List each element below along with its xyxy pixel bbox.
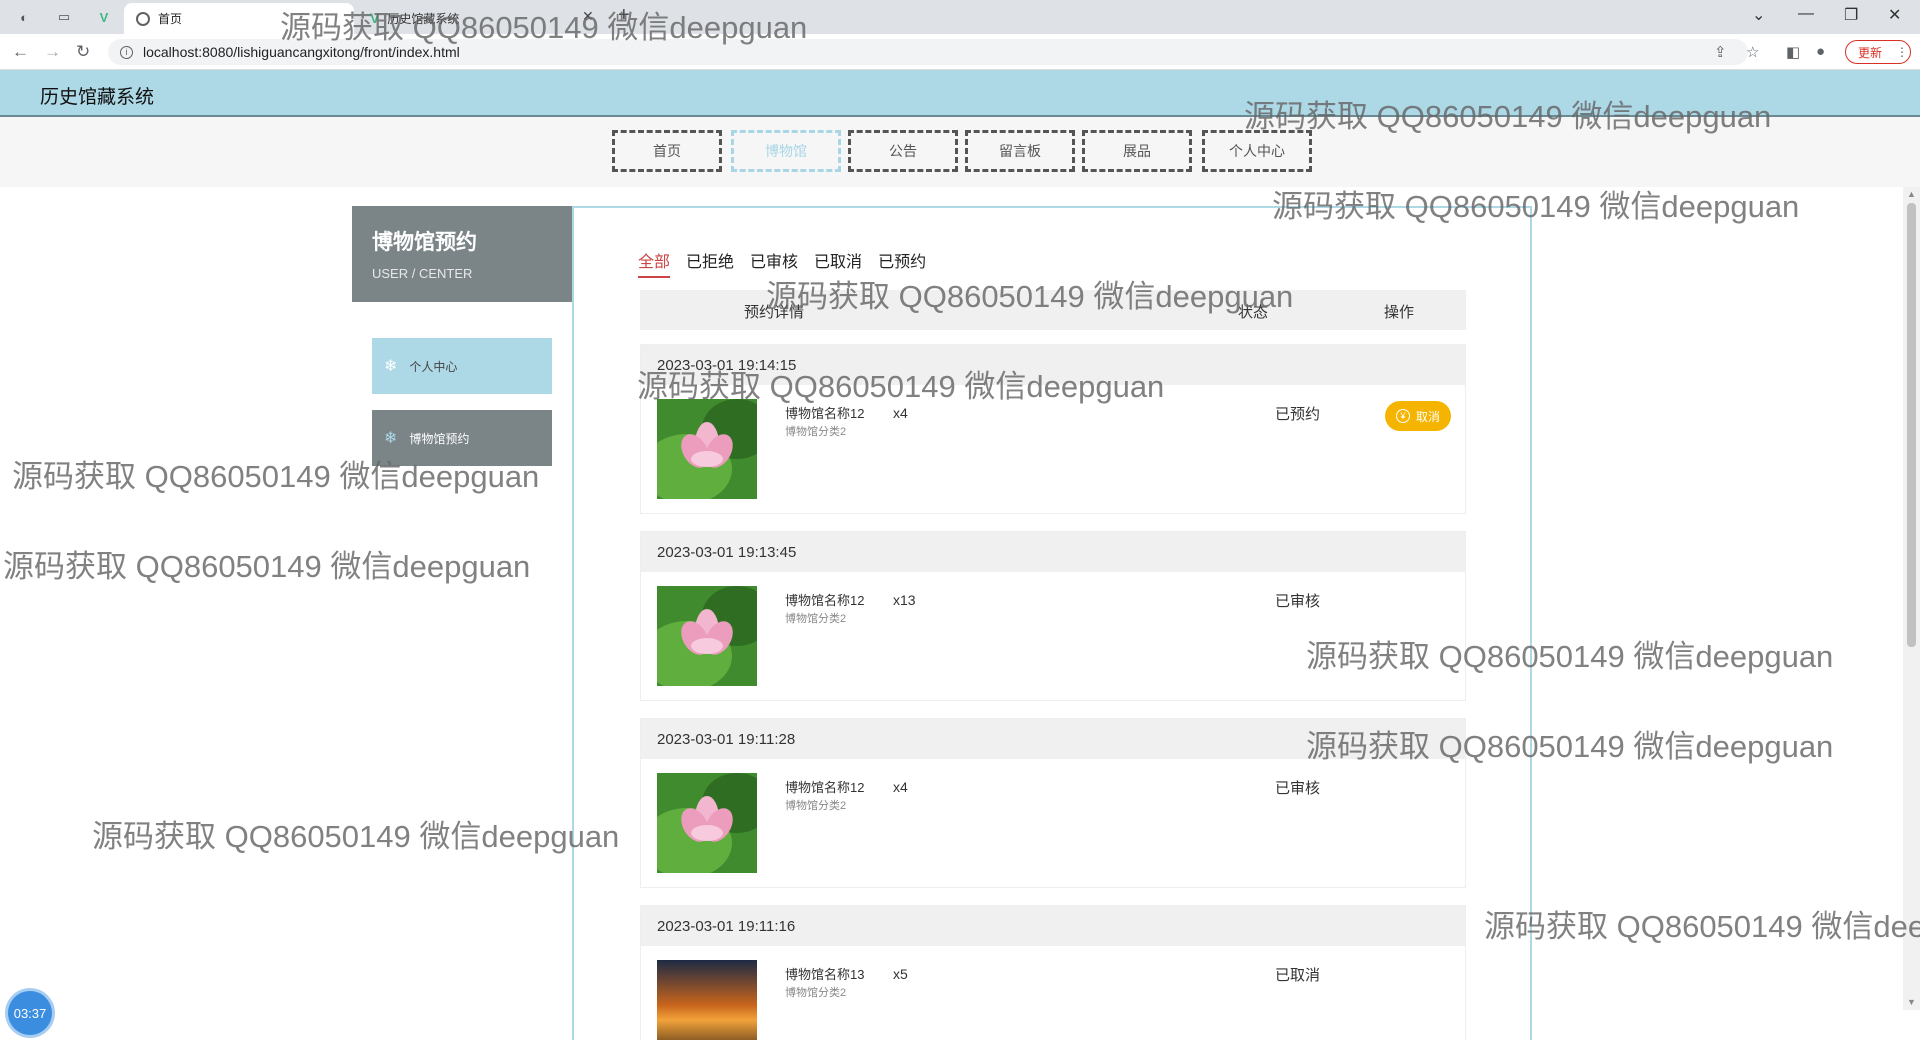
scrollbar-thumb[interactable] (1907, 203, 1916, 647)
nav-messages[interactable]: 留言板 (965, 130, 1075, 172)
museum-category: 博物馆分类2 (785, 613, 847, 625)
booking-time: 2023-03-01 19:14:15 (641, 345, 1465, 385)
share-icon[interactable]: ⇪ (1714, 43, 1727, 61)
yen-icon: ¥ (1395, 409, 1410, 423)
watermark: 源码获取 QQ86050149 微信deepguan (92, 819, 620, 854)
timer-badge[interactable]: 03:37 (8, 991, 52, 1035)
star-icon[interactable]: ☆ (1746, 43, 1759, 61)
site-title: 历史馆藏系统 (40, 87, 155, 108)
filter-approved[interactable]: 已审核 (750, 248, 798, 278)
sidebar-item-museum-booking[interactable]: ❄ 博物馆预约 (372, 410, 552, 466)
forward-icon[interactable]: → (44, 42, 61, 62)
museum-name: 博物馆名称12 (785, 780, 865, 795)
museum-category: 博物馆分类2 (785, 426, 847, 438)
header-action: 操作 (1384, 304, 1415, 321)
address-bar: ← → ↻ i localhost:8080/lishiguancangxito… (0, 34, 1920, 70)
museum-category: 博物馆分类2 (785, 987, 847, 999)
snowflake-icon: ❄ (384, 358, 398, 375)
museum-name: 博物馆名称12 (785, 406, 865, 421)
url-field[interactable]: i localhost:8080/lishiguancangxitong/fro… (108, 39, 1748, 65)
booking-card: 2023-03-01 19:11:28 博物馆名称12 博物馆分类2 x4 已审… (640, 718, 1466, 888)
table-header: 预约详情 状态 操作 (640, 290, 1466, 330)
filter-booked[interactable]: 已预约 (878, 248, 926, 278)
tab-inactive[interactable]: V 历史馆藏系统 (370, 5, 459, 31)
booking-status: 已取消 (1275, 967, 1321, 984)
filter-rejected[interactable]: 已拒绝 (686, 248, 734, 278)
tab-favicon-icon[interactable]: ▭ (54, 7, 74, 27)
nav-notice[interactable]: 公告 (848, 130, 958, 172)
snowflake-icon: ❄ (384, 430, 398, 447)
update-button[interactable]: 更新 ⋮ (1845, 40, 1911, 64)
cancel-button[interactable]: ¥ 取消 (1385, 401, 1451, 431)
restore-icon[interactable]: ❐ (1844, 5, 1858, 25)
sidebar-item-label: 个人中心 (409, 359, 458, 374)
lotus-thumbnail[interactable] (657, 399, 757, 499)
url-text: localhost:8080/lishiguancangxitong/front… (143, 44, 460, 60)
close-window-icon[interactable]: ✕ (1888, 5, 1901, 25)
header-detail: 预约详情 (744, 304, 805, 321)
reload-icon[interactable]: ↻ (76, 42, 90, 62)
nav-user-center[interactable]: 个人中心 (1202, 130, 1312, 172)
booking-panel: 全部 已拒绝 已审核 已取消 已预约 预约详情 状态 操作 2023-03-01… (572, 206, 1532, 1040)
profile-icon[interactable]: ● (1816, 43, 1825, 60)
booking-status: 已审核 (1275, 780, 1321, 797)
info-icon[interactable]: i (120, 45, 133, 59)
booking-status: 已审核 (1275, 593, 1321, 610)
new-tab-icon[interactable]: + (618, 4, 630, 27)
filter-all[interactable]: 全部 (638, 248, 671, 278)
quantity: x5 (893, 966, 908, 982)
menu-dots-icon[interactable]: ⋮ (1896, 45, 1908, 59)
sidebar-item-label: 博物馆预约 (409, 431, 470, 446)
nav-home[interactable]: 首页 (612, 130, 722, 172)
nav-museum[interactable]: 博物馆 (731, 130, 841, 172)
museum-name: 博物馆名称13 (785, 967, 865, 982)
museum-name: 博物馆名称12 (785, 593, 865, 608)
museum-category: 博物馆分类2 (785, 800, 847, 812)
watermark: 源码获取 QQ86050149 微信deepguan (3, 549, 531, 584)
quantity: x4 (893, 405, 908, 421)
status-filter-tabs: 全部 已拒绝 已审核 已取消 已预约 (638, 248, 942, 278)
tab-active[interactable]: 首页 (124, 3, 354, 34)
booking-card: 2023-03-01 19:13:45 博物馆名称12 博物馆分类2 x13 已… (640, 531, 1466, 701)
booking-time: 2023-03-01 19:11:28 (641, 719, 1465, 759)
lotus-thumbnail[interactable] (657, 586, 757, 686)
tab-title: 历史馆藏系统 (387, 11, 460, 26)
watermark: 源码获取 QQ86050149 微信deepguan (1484, 909, 1920, 944)
top-nav: 首页 博物馆 公告 留言板 展品 个人中心 (0, 117, 1920, 187)
booking-status: 已预约 (1275, 406, 1321, 423)
scroll-up-icon[interactable]: ▲ (1907, 189, 1916, 199)
close-tab-icon[interactable]: ✕ (582, 8, 594, 25)
quantity: x4 (893, 779, 908, 795)
sidebar-header: 博物馆预约 USER / CENTER (352, 206, 572, 302)
vue-logo-icon[interactable]: V (94, 7, 114, 27)
tab-favicon-icon[interactable]: ◐ (14, 7, 34, 27)
nav-exhibits[interactable]: 展品 (1082, 130, 1192, 172)
booking-time: 2023-03-01 19:13:45 (641, 532, 1465, 572)
chevron-down-icon[interactable]: ⌄ (1752, 5, 1765, 25)
filter-cancelled[interactable]: 已取消 (814, 248, 862, 278)
minimize-icon[interactable]: — (1798, 5, 1814, 23)
vue-logo-icon: V (370, 10, 380, 26)
sunset-thumbnail[interactable] (657, 960, 757, 1040)
scroll-down-icon[interactable]: ▼ (1907, 997, 1916, 1007)
sidebar-icon[interactable]: ◧ (1786, 43, 1800, 61)
lotus-thumbnail[interactable] (657, 773, 757, 873)
globe-icon (136, 11, 150, 26)
quantity: x13 (893, 592, 916, 608)
header-status: 状态 (1238, 304, 1269, 321)
booking-time: 2023-03-01 19:11:16 (641, 906, 1465, 946)
booking-card: 2023-03-01 19:14:15 博物馆名称12 博物馆分类2 x4 已预… (640, 344, 1466, 514)
browser-tab-bar: ◐ ▭ V 首页 V 历史馆藏系统 ✕ + ⌄ — ❐ ✕ (0, 0, 1920, 34)
back-icon[interactable]: ← (12, 42, 29, 62)
page-scrollbar[interactable]: ▲ ▼ (1903, 187, 1920, 1010)
site-header: 历史馆藏系统 (0, 70, 1920, 117)
tab-title: 首页 (158, 12, 183, 26)
sidebar-title: 博物馆预约 (372, 231, 477, 254)
sidebar-subtitle: USER / CENTER (372, 266, 473, 281)
booking-card: 2023-03-01 19:11:16 博物馆名称13 博物馆分类2 x5 已取… (640, 905, 1466, 1040)
sidebar-item-user-center[interactable]: ❄ 个人中心 (372, 338, 552, 394)
